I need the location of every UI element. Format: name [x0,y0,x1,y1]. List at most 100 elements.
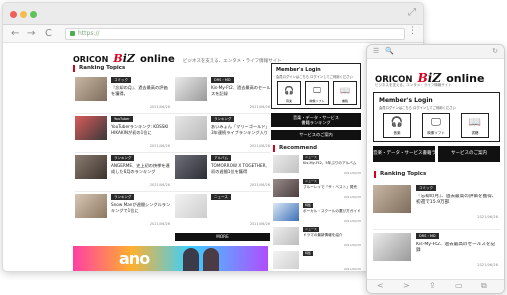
login-icon-label: 映像ソフト [427,131,445,135]
book-icon: 📖 [468,117,482,128]
data-services-button[interactable]: 音楽・データ・サービス 書籍ランキング [271,113,361,127]
lock-icon [70,31,75,36]
book-icon: 📖 [340,86,350,95]
item-thumbnail [373,185,411,213]
mobile-service-guide-button[interactable]: サービスのご案内 [438,146,500,162]
recommend-item[interactable]: ニュース Kis-My-Ft2、5年ぶりのアルバム 2021/06/26 [273,155,361,177]
back-arrow-icon[interactable]: < [377,281,384,290]
login-book-button[interactable]: 📖 書籍 [333,81,357,105]
login-video-button[interactable]: 🖵 映像ソフト [305,81,329,105]
ranking-card[interactable]: ニュース 2021/06/26 [175,194,270,230]
login-video-button[interactable]: 🖵 映像ソフト [422,113,450,138]
card-title: YouTuberランキング: KOSSKI HIKAKINが初の1位に [111,124,169,135]
monitor-icon: 🖵 [313,86,321,95]
desktop-browser-window: ⤢ ← → C https:// ⋮ ORICON BiZ online ビジネ… [2,2,424,272]
recommend-item[interactable]: 特集 2021/06/26 [273,251,361,271]
login-icon-label: 音楽 [285,99,292,103]
logo-oricon: ORICON [73,55,109,64]
member-login-box: Member's Login 会員ログインはこちら ログインしてご利用ください … [271,63,361,109]
close-window-button[interactable] [10,11,17,18]
ranking-topics-heading: Ranking Topics [73,65,125,72]
recommend-tag: 特集 [303,251,314,256]
card-title [211,202,271,219]
mobile-ranking-item[interactable]: コミック 『忘却の月』、過去最高の評価を獲得、初週で15.9万部 2021/06… [373,185,500,229]
divider [75,191,270,192]
service-guide-button[interactable]: サービスのご案内 [271,130,361,140]
forward-button[interactable]: → [27,27,35,41]
url-text: https:// [78,30,100,37]
share-icon[interactable]: ⇪ [429,281,436,290]
bookmarks-icon[interactable]: ▭ [455,281,463,290]
browser-navbar: ← → C https:// ⋮ [3,25,423,43]
recommend-date: 2021/06/26 [343,267,361,271]
mobile-toolbar: ☰ 🔍 ↻ [367,45,504,59]
card-tag: ランキング [211,116,235,122]
recommend-title [303,257,361,266]
card-date: 2021/06/26 [249,183,270,187]
login-subtitle: 会員ログインはこちら ログインしてご利用ください [276,75,353,79]
search-icon[interactable]: 🔍 [385,47,394,55]
more-menu-icon[interactable]: ⋮ [408,26,417,36]
card-thumbnail [175,194,207,218]
login-icon-label: 書籍 [471,131,479,135]
promo-banner[interactable]: ano [73,246,268,271]
recommend-item[interactable]: ニュース ブルーレイで「ザ・ベスト」発売 2021/06/26 [273,179,361,201]
menu-icon[interactable]: ☰ [373,47,379,55]
mobile-tagline: ビジネスを支える、エンタメ・ライフ情報サイト [375,83,452,87]
ranking-card[interactable]: ランキング あいみょん「マリーゴールド」3年連続ライブランキング入り 2021/… [175,116,270,152]
reload-button[interactable]: C [45,27,52,41]
recommend-date: 2021/06/26 [343,243,361,247]
card-thumbnail [75,77,107,101]
card-title: あいみょん「マリーゴールド」3年連続ライブランキング入り [211,124,270,135]
login-book-button[interactable]: 📖 書籍 [461,113,489,138]
card-tag: ニュース [211,194,231,200]
ranking-card[interactable]: コミック 『忘却の月』、過去最高の評価を獲得。 2021/06/26 [75,77,170,113]
recommend-heading: Recommend [273,145,317,152]
expand-icon[interactable]: ⤢ [408,7,416,18]
login-music-button[interactable]: 🎧 音楽 [277,81,301,105]
ranking-card[interactable]: ランキング Snow Manが週間シングルランキングで1位に 2021/06/2… [75,194,170,230]
mobile-ranking-heading: Ranking Topics [374,171,426,178]
back-button[interactable]: ← [11,27,19,41]
recommend-date: 2021/06/26 [343,171,361,175]
ranking-card[interactable]: YouTuber YouTuberランキング: KOSSKI HIKAKINが初… [75,116,170,152]
login-icon-label: 音楽 [393,131,401,135]
mobile-data-services-button[interactable]: 音楽・データ・サービス書籍ランキング [373,146,435,162]
recommend-item[interactable]: 特集 ボーカル・スクールの選び方ガイド 2021/06/26 [273,203,361,225]
tabs-icon[interactable]: ⧉ [481,281,487,291]
item-title: Kis-My-Ft2、過去最高のセールスを記録 [416,242,496,253]
login-title: Member's Login [276,67,321,73]
mobile-bottom-bar: < > ⇪ ▭ ⧉ [367,279,504,293]
banner-person [183,248,199,271]
forward-arrow-icon[interactable]: > [403,281,410,290]
recommend-thumbnail [273,179,299,197]
divider [75,152,270,153]
divider [373,229,500,230]
headphones-icon: 🎧 [390,117,404,128]
recommend-title: ブルーレイで「ザ・ベスト」発売 [303,185,357,189]
card-tag: DRS・MD [211,77,234,83]
mobile-ranking-item[interactable]: DRS・MD Kis-My-Ft2、過去最高のセールスを記録 2021/06/2… [373,233,500,277]
zoom-window-button[interactable] [30,11,37,18]
address-bar[interactable]: https:// [65,28,405,40]
recommend-tag: ニュース [303,155,319,160]
recommend-item[interactable]: ニュース ドラマの最新情報を紹介 2021/06/26 [273,227,361,249]
ranking-card[interactable]: アルバム TOMORROW X TOGETHER、初の週間1位を獲得 2021/… [175,155,270,191]
reload-icon[interactable]: ↻ [492,47,498,55]
login-music-button[interactable]: 🎧 音楽 [383,113,411,138]
site-logo[interactable]: ORICON BiZ online ビジネスを支える、エンタメ・ライフ情報サイト [73,47,282,65]
recommend-title: ドラマの最新情報を紹介 [303,233,343,237]
minimize-window-button[interactable] [20,11,27,18]
ranking-card[interactable]: DRS・MD Kis-My-Ft2、過去最高のセールスを記録 2021/06/2… [175,77,271,113]
item-tag: コミック [416,185,436,191]
banner-person [203,248,219,271]
ranking-card[interactable]: ランキング ANGERME、史上初の快挙を達成した6月のランキング 2021/0… [75,155,170,191]
card-thumbnail [75,194,107,218]
item-date: 2021/06/26 [477,263,498,267]
more-button[interactable]: MORE [175,233,270,241]
logo-online: online [140,54,175,65]
recommend-thumbnail [273,155,299,173]
headphones-icon: 🎧 [284,86,294,95]
recommend-title: Kis-My-Ft2、5年ぶりのアルバム [303,161,357,165]
card-thumbnail [175,155,207,179]
